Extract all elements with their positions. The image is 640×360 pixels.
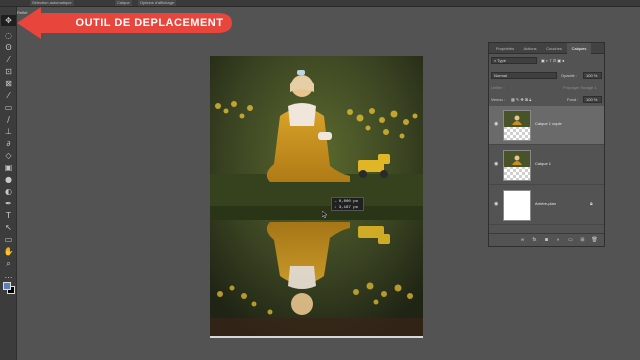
blend-mode-select[interactable]: Normal bbox=[491, 72, 557, 79]
opacity-input[interactable]: 100 % bbox=[583, 72, 602, 79]
visibility-eye-icon[interactable]: ◉ bbox=[494, 121, 500, 127]
eyedropper-icon[interactable]: ⁄ bbox=[3, 91, 14, 100]
layer-row[interactable]: ◉ Calque 1 copie bbox=[489, 106, 604, 145]
foreground-color-swatch[interactable] bbox=[3, 282, 11, 290]
link-icon[interactable]: ∞ bbox=[519, 237, 526, 244]
shape-icon[interactable]: ▭ bbox=[3, 235, 14, 244]
history-brush-icon[interactable]: ∂ bbox=[3, 139, 14, 148]
panel-tabs: Propriétés Actions Couches Calques bbox=[489, 43, 604, 54]
layers-panel: Propriétés Actions Couches Calques ⌕ Typ… bbox=[488, 42, 605, 247]
mask-icon[interactable]: ◙ bbox=[543, 237, 550, 244]
tools-panel: ✥ ◌ ʘ ⁄ ⊡ ⊠ ⁄ ▭ ∕ ⊥ ∂ ◇ ▣ ● ◐ ✒ T ↖ ▭ ✋ ⌕ … bbox=[0, 7, 17, 360]
tab-actions[interactable]: Actions bbox=[519, 43, 541, 54]
unify-label: Unifier : bbox=[491, 85, 505, 90]
layer-row[interactable]: ◉ Calque 1 bbox=[489, 146, 604, 185]
layer-name: Calque 1 copie bbox=[535, 121, 562, 126]
layer-thumbnail bbox=[503, 150, 531, 181]
clone-stamp-icon[interactable]: ⊥ bbox=[3, 127, 14, 136]
layer-filter-select[interactable]: ⌕ Type bbox=[491, 57, 537, 64]
offset-y: ↓ 3,167 po bbox=[334, 206, 359, 210]
zoom-icon[interactable]: ⌕ bbox=[3, 259, 14, 268]
cursor-arrow-icon bbox=[322, 211, 327, 218]
layer-name: Calque 1 bbox=[535, 161, 552, 166]
crop-icon[interactable]: ⊡ bbox=[3, 67, 14, 76]
more-tools-icon[interactable]: … bbox=[3, 271, 14, 280]
callout-label: OUTIL DE DEPLACEMENT bbox=[75, 17, 224, 29]
photo-image bbox=[210, 56, 423, 338]
filter-label: Type bbox=[497, 58, 506, 63]
new-layer-icon[interactable]: ⊞ bbox=[579, 237, 586, 244]
lock-icons[interactable]: ▦ ✎ ✥ ⊠ 🔒︎ bbox=[511, 96, 531, 103]
lock-icon: 🔒︎ bbox=[590, 201, 593, 207]
visibility-eye-icon[interactable]: ◉ bbox=[494, 161, 500, 167]
fx-icon[interactable]: fx bbox=[531, 237, 538, 244]
layer-thumbnail bbox=[503, 110, 531, 141]
gradient-icon[interactable]: ▣ bbox=[3, 163, 14, 172]
move-icon[interactable]: ✥ bbox=[1, 15, 16, 26]
filter-icons[interactable]: ▣ ◐ T ⊡ ▣ ● bbox=[541, 57, 565, 64]
move-tool-callout: OUTIL DE DEPLACEMENT bbox=[17, 5, 232, 41]
dodge-icon[interactable]: ◐ bbox=[3, 187, 14, 196]
photoshop-window: Sélection automatique Calque Options d'a… bbox=[0, 0, 640, 360]
visibility-eye-icon[interactable]: ◉ bbox=[494, 201, 500, 207]
frame-icon[interactable]: ⊠ bbox=[3, 79, 14, 88]
layer-thumbnail bbox=[503, 190, 531, 221]
marquee-icon[interactable]: ◌ bbox=[3, 31, 14, 40]
tab-properties[interactable]: Propriétés bbox=[491, 43, 519, 54]
fill-input[interactable]: 100 % bbox=[583, 96, 602, 103]
fill-label: Fond : bbox=[567, 97, 579, 102]
type-icon[interactable]: T bbox=[3, 211, 14, 220]
blur-icon[interactable]: ● bbox=[3, 175, 14, 184]
hand-icon[interactable]: ✋ bbox=[3, 247, 14, 256]
layers-panel-footer: ∞ fx ◙ ◐ ▭ ⊞ 🗑︎ bbox=[489, 233, 604, 246]
move-offset-readout: → 0,000 po ↓ 3,167 po bbox=[331, 197, 364, 211]
lasso-icon[interactable]: ʘ bbox=[3, 43, 14, 52]
pen-icon[interactable]: ✒ bbox=[3, 199, 14, 208]
lock-label: Verrou : bbox=[491, 97, 506, 102]
layer-row[interactable]: ◉ Arrière-plan 🔒︎ bbox=[489, 186, 604, 225]
path-selection-icon[interactable]: ↖ bbox=[3, 223, 14, 232]
layer-name: Arrière-plan bbox=[535, 201, 556, 206]
canvas-edge bbox=[210, 336, 423, 338]
trash-icon[interactable]: 🗑︎ bbox=[591, 237, 598, 244]
adjustment-icon[interactable]: ◐ bbox=[555, 237, 562, 244]
tab-layers[interactable]: Calques bbox=[567, 43, 591, 54]
healing-brush-icon[interactable]: ▭ bbox=[3, 103, 14, 112]
magic-wand-icon[interactable]: ⁄ bbox=[3, 55, 14, 64]
group-icon[interactable]: ▭ bbox=[567, 237, 574, 244]
document-canvas[interactable] bbox=[210, 56, 423, 338]
propagate-checkbox[interactable]: Propager l'image 1 bbox=[563, 84, 596, 91]
brush-icon[interactable]: ∕ bbox=[3, 115, 14, 124]
opacity-label: Opacité : bbox=[561, 73, 578, 78]
tab-channels[interactable]: Couches bbox=[541, 43, 567, 54]
eraser-icon[interactable]: ◇ bbox=[3, 151, 14, 160]
